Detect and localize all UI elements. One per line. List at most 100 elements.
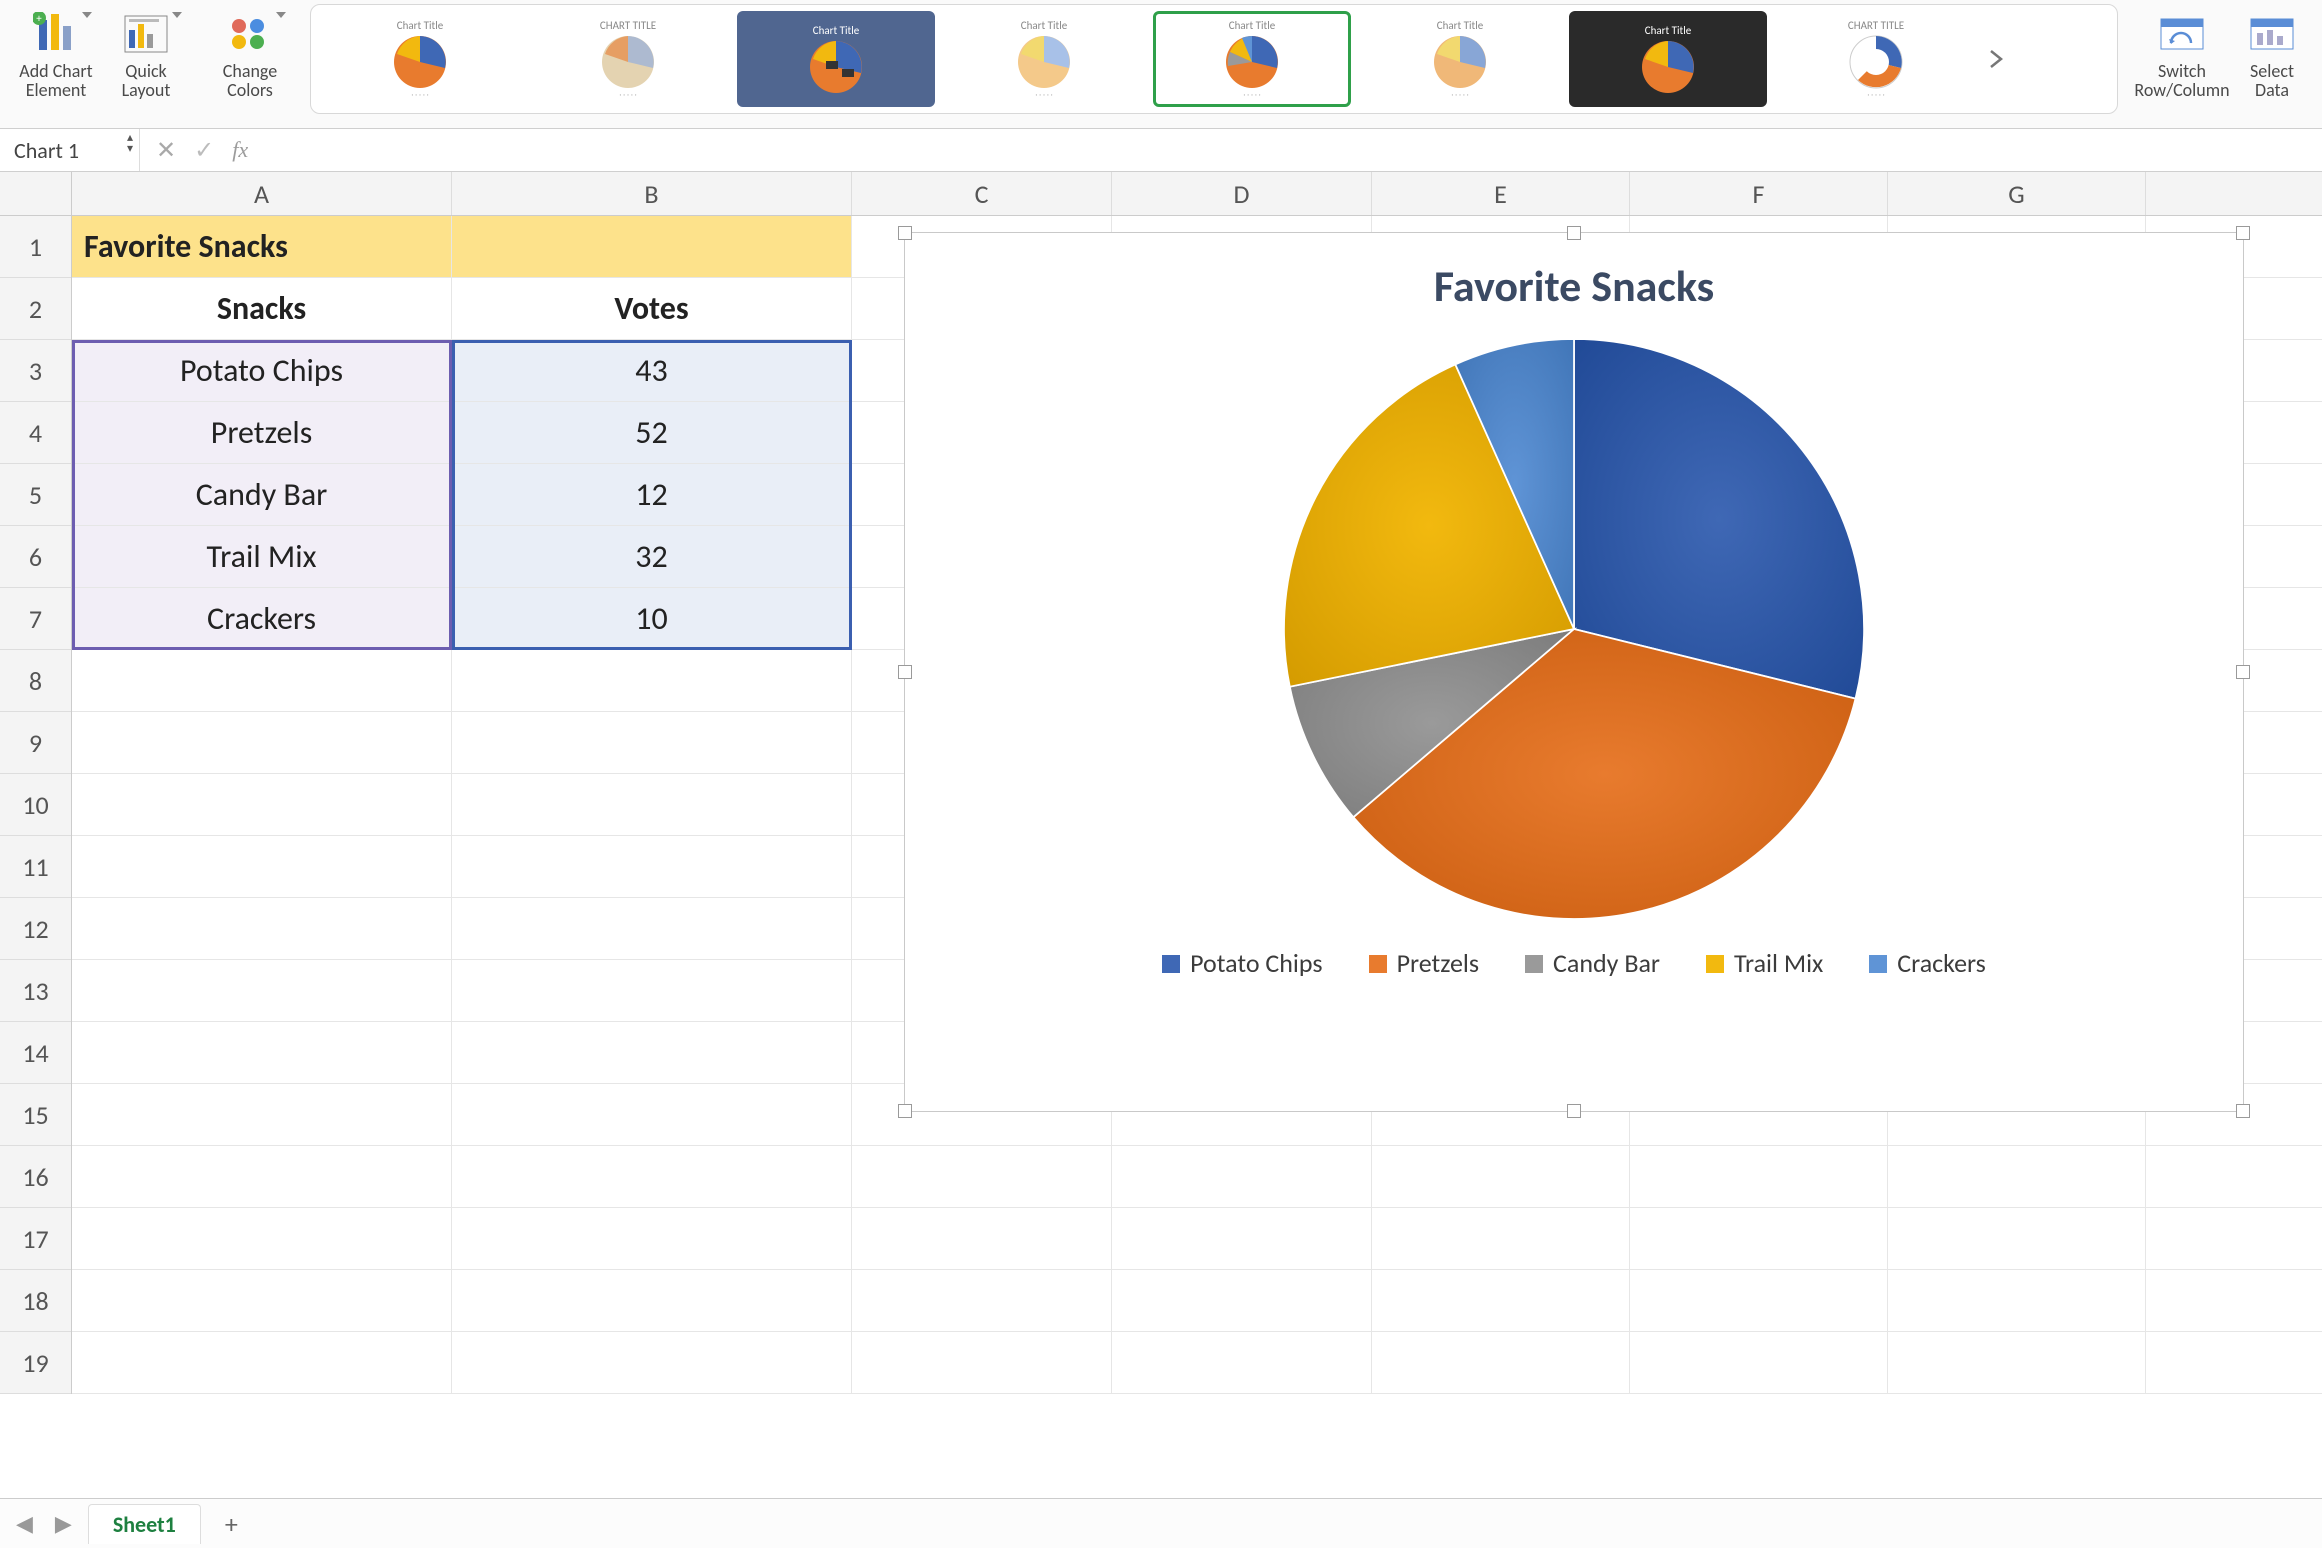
row-header[interactable]: 4: [0, 402, 71, 464]
row-header[interactable]: 2: [0, 278, 71, 340]
cell[interactable]: [1372, 1270, 1630, 1331]
cell[interactable]: [452, 1146, 852, 1207]
sheet-tab-active[interactable]: Sheet1: [88, 1504, 201, 1544]
cell[interactable]: [72, 712, 452, 773]
cell[interactable]: 10: [452, 588, 852, 649]
row-header[interactable]: 14: [0, 1022, 71, 1084]
legend-item[interactable]: Crackers: [1869, 947, 1986, 979]
row-header[interactable]: 18: [0, 1270, 71, 1332]
add-sheet-button[interactable]: +: [211, 1508, 252, 1540]
chart-style-6[interactable]: Chart Title · · · · ·: [1361, 11, 1559, 107]
chart-plot-area[interactable]: [905, 339, 2243, 919]
cell[interactable]: [72, 1332, 452, 1393]
gallery-next-icon[interactable]: [1985, 49, 2009, 69]
legend-item[interactable]: Pretzels: [1369, 947, 1479, 979]
cell[interactable]: [72, 836, 452, 897]
column-header[interactable]: G: [1888, 172, 2146, 215]
chart-style-3[interactable]: Chart Title: [737, 11, 935, 107]
cell[interactable]: [452, 960, 852, 1021]
cell[interactable]: Potato Chips: [72, 340, 452, 401]
cell[interactable]: [452, 650, 852, 711]
row-header[interactable]: 17: [0, 1208, 71, 1270]
cell[interactable]: Candy Bar: [72, 464, 452, 525]
cell[interactable]: [452, 1084, 852, 1145]
cell[interactable]: [452, 898, 852, 959]
legend-item[interactable]: Potato Chips: [1162, 947, 1322, 979]
cell[interactable]: [452, 1208, 852, 1269]
cell[interactable]: [72, 1146, 452, 1207]
legend-item[interactable]: Trail Mix: [1706, 947, 1823, 979]
cell[interactable]: 12: [452, 464, 852, 525]
cell[interactable]: 32: [452, 526, 852, 587]
cell[interactable]: [1630, 1270, 1888, 1331]
chart-style-4[interactable]: Chart Title · · · · ·: [945, 11, 1143, 107]
cell[interactable]: [1372, 1208, 1630, 1269]
resize-handle[interactable]: [1567, 1104, 1581, 1118]
cell[interactable]: [72, 1270, 452, 1331]
cell[interactable]: Snacks: [72, 278, 452, 339]
change-colors-button[interactable]: Change Colors: [208, 4, 292, 128]
cell[interactable]: [72, 1208, 452, 1269]
row-header[interactable]: 5: [0, 464, 71, 526]
chart-style-7[interactable]: Chart Title: [1569, 11, 1767, 107]
formula-input[interactable]: [264, 129, 2322, 171]
cell[interactable]: [852, 1270, 1112, 1331]
column-header[interactable]: B: [452, 172, 852, 215]
cell[interactable]: [1630, 1208, 1888, 1269]
cell[interactable]: [1888, 1270, 2146, 1331]
cell[interactable]: [452, 774, 852, 835]
column-header[interactable]: D: [1112, 172, 1372, 215]
cell[interactable]: Crackers: [72, 588, 452, 649]
cell[interactable]: [1112, 1146, 1372, 1207]
cell[interactable]: [1888, 1332, 2146, 1393]
select-all-corner[interactable]: [0, 172, 72, 216]
legend-item[interactable]: Candy Bar: [1525, 947, 1660, 979]
resize-handle[interactable]: [2236, 226, 2250, 240]
embedded-chart[interactable]: Favorite Snacks Potato Chips Pretzels Cand…: [904, 232, 2244, 1112]
column-header[interactable]: A: [72, 172, 452, 215]
chart-style-8[interactable]: CHART TITLE · · · · ·: [1777, 11, 1975, 107]
cell[interactable]: [852, 1146, 1112, 1207]
tab-nav-prev-icon[interactable]: ◀: [10, 1510, 39, 1537]
chart-style-1[interactable]: Chart Title · · · · ·: [321, 11, 519, 107]
cell[interactable]: [852, 1332, 1112, 1393]
cell[interactable]: [452, 712, 852, 773]
cell[interactable]: [452, 836, 852, 897]
row-header[interactable]: 3: [0, 340, 71, 402]
row-header[interactable]: 19: [0, 1332, 71, 1394]
chart-title[interactable]: Favorite Snacks: [905, 259, 2243, 313]
row-header[interactable]: 9: [0, 712, 71, 774]
resize-handle[interactable]: [1567, 226, 1581, 240]
row-header[interactable]: 13: [0, 960, 71, 1022]
row-header[interactable]: 8: [0, 650, 71, 712]
resize-handle[interactable]: [2236, 665, 2250, 679]
cancel-icon[interactable]: ✕: [156, 136, 176, 165]
cell[interactable]: 52: [452, 402, 852, 463]
row-header[interactable]: 11: [0, 836, 71, 898]
resize-handle[interactable]: [898, 226, 912, 240]
cell[interactable]: [1888, 1208, 2146, 1269]
cell[interactable]: [1888, 1146, 2146, 1207]
cell[interactable]: [1630, 1332, 1888, 1393]
column-header[interactable]: E: [1372, 172, 1630, 215]
column-header[interactable]: C: [852, 172, 1112, 215]
cell[interactable]: [72, 774, 452, 835]
fx-icon[interactable]: fx: [232, 137, 248, 163]
add-chart-element-button[interactable]: + Add Chart Element: [14, 4, 98, 128]
cell[interactable]: [1372, 1146, 1630, 1207]
cell[interactable]: [1112, 1208, 1372, 1269]
cell[interactable]: [1630, 1146, 1888, 1207]
namebox-stepper-icon[interactable]: ▴▾: [127, 133, 133, 155]
cell[interactable]: [1112, 1332, 1372, 1393]
chart-style-2[interactable]: CHART TITLE · · · · ·: [529, 11, 727, 107]
cell[interactable]: [72, 650, 452, 711]
cell[interactable]: [72, 898, 452, 959]
cell[interactable]: [452, 216, 852, 277]
cell[interactable]: Trail Mix: [72, 526, 452, 587]
cell[interactable]: [452, 1270, 852, 1331]
row-header[interactable]: 7: [0, 588, 71, 650]
resize-handle[interactable]: [898, 1104, 912, 1118]
cell[interactable]: [452, 1332, 852, 1393]
quick-layout-button[interactable]: Quick Layout: [104, 4, 188, 128]
row-header[interactable]: 6: [0, 526, 71, 588]
